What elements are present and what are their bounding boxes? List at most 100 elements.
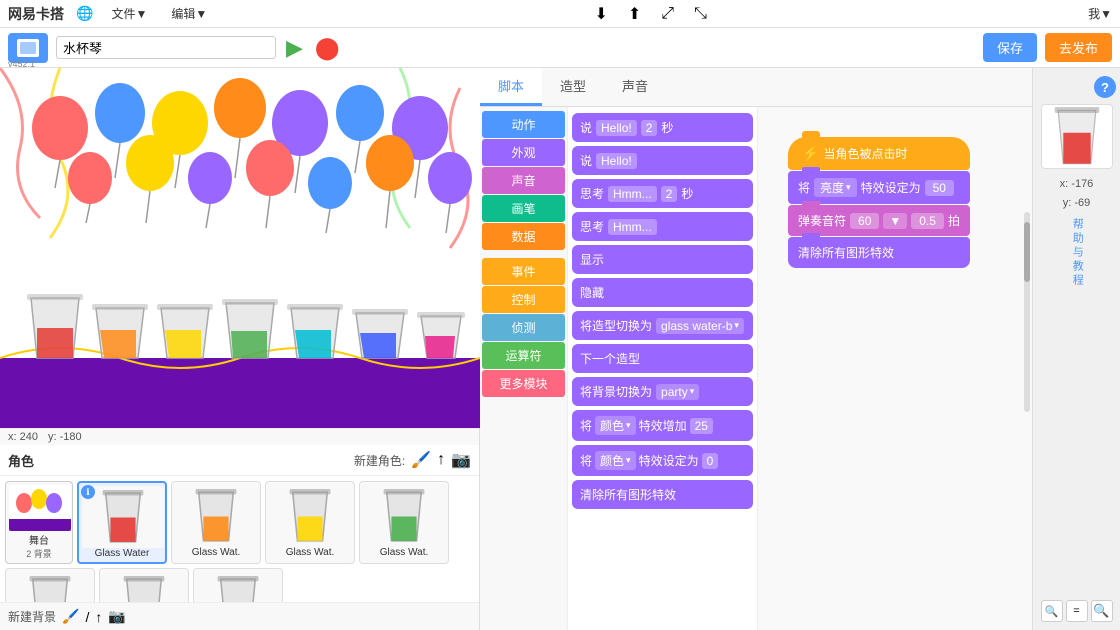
coord-x: x: 240 [8, 431, 38, 443]
sprite-name-1: Glass Water [82, 548, 162, 559]
zoom-reset-btn[interactable]: = [1066, 600, 1088, 622]
palette-clear-effects[interactable]: 清除所有图形特效 [572, 480, 753, 509]
paint-sprite-btn[interactable]: 🖌️ [411, 450, 431, 470]
project-bar: v452.1 ▶ ⬤ 保存 去发布 [0, 28, 1120, 68]
stage-label: 舞台 [9, 532, 69, 547]
cat-more[interactable]: 更多模块 [482, 370, 565, 397]
new-sprite-label: 新建角色: [354, 452, 405, 469]
sprite-preview-panel [1041, 104, 1113, 169]
sprite-item-7[interactable]: Glass Wat. [193, 568, 283, 602]
upload-bg-btn[interactable]: / [85, 609, 89, 625]
toolbar-download[interactable]: ⬇ [594, 4, 607, 24]
cat-motion[interactable]: 动作 [482, 111, 565, 138]
palette-next-costume[interactable]: 下一个造型 [572, 344, 753, 373]
sprite-item-1[interactable]: ℹ Glass Water [77, 481, 167, 564]
palette-say-timed[interactable]: 说 Hello! 2 秒 [572, 113, 753, 142]
sprite-item-6[interactable]: Glass Wat. [99, 568, 189, 602]
right-panel: ? x: -176 y: -69 帮助与教程 🔍 = 🔍 [1032, 68, 1120, 630]
toolbar-collapse[interactable]: ⤡ [694, 5, 707, 23]
stage-bg-count: 2 背景 [9, 547, 69, 560]
coord-x-display: x: -176 [1060, 175, 1094, 194]
help-button[interactable]: ? [1094, 76, 1116, 98]
block-set-brightness[interactable]: 将 亮度 ▾ 特效设定为 50 [788, 171, 970, 204]
block-when-clicked[interactable]: ⚡当角色被点击时 [788, 137, 970, 170]
stage-coords: x: 240 y: -180 [0, 428, 479, 445]
sprite-name-4: Glass Wat. [363, 547, 445, 558]
sprites-panel: 角色 新建角色: 🖌️ ↑ 📷 [0, 445, 479, 630]
script-area[interactable]: ⚡当角色被点击时 将 亮度 ▾ 特效设定为 50 弹奏音符 60 ▼ 0.5 拍 [758, 107, 1032, 630]
menu-edit[interactable]: 编辑▼ [165, 3, 213, 24]
code-content: 动作 外观 声音 画笔 数据 事件 控制 侦测 运算符 更多模块 说 Hello… [480, 107, 1032, 630]
scrollbar[interactable] [1024, 212, 1030, 412]
sprite-item-2[interactable]: Glass Wat. [171, 481, 261, 564]
tab-costume[interactable]: 造型 [542, 68, 604, 106]
publish-button[interactable]: 去发布 [1045, 33, 1112, 62]
stage-item[interactable]: 舞台 2 背景 [5, 481, 73, 564]
palette-think-timed[interactable]: 思考 Hmm... 2 秒 [572, 179, 753, 208]
palette-hide[interactable]: 隐藏 [572, 278, 753, 307]
palette-effect-set[interactable]: 将 颜色 ▾ 特效设定为 0 [572, 445, 753, 476]
coord-y-display: y: -69 [1060, 194, 1094, 213]
code-tabs: 脚本 造型 声音 [480, 68, 1032, 107]
code-panel: 脚本 造型 声音 动作 外观 声音 画笔 数据 事件 控制 侦测 运算符 更多模… [480, 68, 1032, 630]
sprites-list: 舞台 2 背景 ℹ Glass Water [0, 476, 479, 602]
block-palette: 说 Hello! 2 秒 说 Hello! 思考 Hmm... 2 秒 思考 H… [568, 107, 758, 630]
toolbar-expand[interactable]: ⤢ [661, 5, 674, 23]
cat-operators[interactable]: 运算符 [482, 342, 565, 369]
stage-background [0, 68, 480, 428]
sprite-info-badge: ℹ [81, 485, 95, 499]
zoom-out-btn[interactable]: 🔍 [1041, 600, 1063, 622]
left-panel: x: 240 y: -180 角色 新建角色: 🖌️ ↑ 📷 [0, 68, 480, 630]
cat-looks[interactable]: 外观 [482, 139, 565, 166]
app-logo: 网易卡搭 [8, 4, 64, 24]
user-menu[interactable]: 我▼ [1088, 5, 1112, 22]
palette-effect-change[interactable]: 将 颜色 ▾ 特效增加 25 [572, 410, 753, 441]
cat-data[interactable]: 数据 [482, 223, 565, 250]
toolbar-upload[interactable]: ⬆ [628, 4, 641, 24]
sprite-name-3: Glass Wat. [269, 547, 351, 558]
save-button[interactable]: 保存 [983, 33, 1037, 62]
upload-sprite-btn[interactable]: ↑ [437, 451, 445, 469]
sprites-label: 角色 [8, 451, 34, 470]
cat-control[interactable]: 控制 [482, 286, 565, 313]
menu-bar: 网易卡搭 🌐 文件▼ 编辑▼ ⬇ ⬆ ⤢ ⤡ 我▼ [0, 0, 1120, 28]
block-clear-effects[interactable]: 清除所有图形特效 [788, 237, 970, 268]
sprite-item-3[interactable]: Glass Wat. [265, 481, 355, 564]
paint-bg-btn[interactable]: 🖌️ [62, 608, 79, 625]
zoom-in-btn[interactable]: 🔍 [1091, 600, 1113, 622]
camera-bg-btn[interactable]: 📷 [108, 608, 125, 625]
palette-say[interactable]: 说 Hello! [572, 146, 753, 175]
block-categories: 动作 外观 声音 画笔 数据 事件 控制 侦测 运算符 更多模块 [480, 107, 568, 630]
block-play-note[interactable]: 弹奏音符 60 ▼ 0.5 拍 [788, 205, 970, 236]
cat-pen[interactable]: 画笔 [482, 195, 565, 222]
stage-canvas[interactable] [0, 68, 480, 428]
zoom-controls: 🔍 = 🔍 [1041, 600, 1113, 622]
palette-switch-bg[interactable]: 将背景切换为 party ▾ [572, 377, 753, 406]
palette-show[interactable]: 显示 [572, 245, 753, 274]
main-area: x: 240 y: -180 角色 新建角色: 🖌️ ↑ 📷 [0, 68, 1120, 630]
help-links[interactable]: 帮助与教程 [1068, 218, 1086, 288]
new-bg-label: 新建背景 [8, 608, 56, 625]
upload-bg-btn2[interactable]: ↑ [95, 609, 102, 625]
stop-button[interactable]: ⬤ [315, 35, 340, 61]
camera-sprite-btn[interactable]: 📷 [451, 450, 471, 470]
palette-think[interactable]: 思考 Hmm... [572, 212, 753, 241]
cat-sensing[interactable]: 侦测 [482, 314, 565, 341]
new-background-area: 新建背景 🖌️ / ↑ 📷 [0, 602, 479, 630]
project-icon [8, 33, 48, 63]
script-stack: ⚡当角色被点击时 将 亮度 ▾ 特效设定为 50 弹奏音符 60 ▼ 0.5 拍 [788, 137, 970, 268]
sprite-item-4[interactable]: Glass Wat. [359, 481, 449, 564]
coord-y: y: -180 [48, 431, 82, 443]
menu-file[interactable]: 文件▼ [105, 3, 153, 24]
coord-display: x: -176 y: -69 [1060, 175, 1094, 212]
sprites-header: 角色 新建角色: 🖌️ ↑ 📷 [0, 445, 479, 476]
tab-script[interactable]: 脚本 [480, 68, 542, 106]
project-name-input[interactable] [56, 36, 276, 59]
play-button[interactable]: ▶ [286, 35, 303, 61]
cat-events[interactable]: 事件 [482, 258, 565, 285]
palette-switch-costume[interactable]: 将造型切换为 glass water-b ▾ [572, 311, 753, 340]
sprite-name-2: Glass Wat. [175, 547, 257, 558]
cat-sound[interactable]: 声音 [482, 167, 565, 194]
tab-sound[interactable]: 声音 [604, 68, 666, 106]
sprite-item-5[interactable]: Glass Wat. [5, 568, 95, 602]
